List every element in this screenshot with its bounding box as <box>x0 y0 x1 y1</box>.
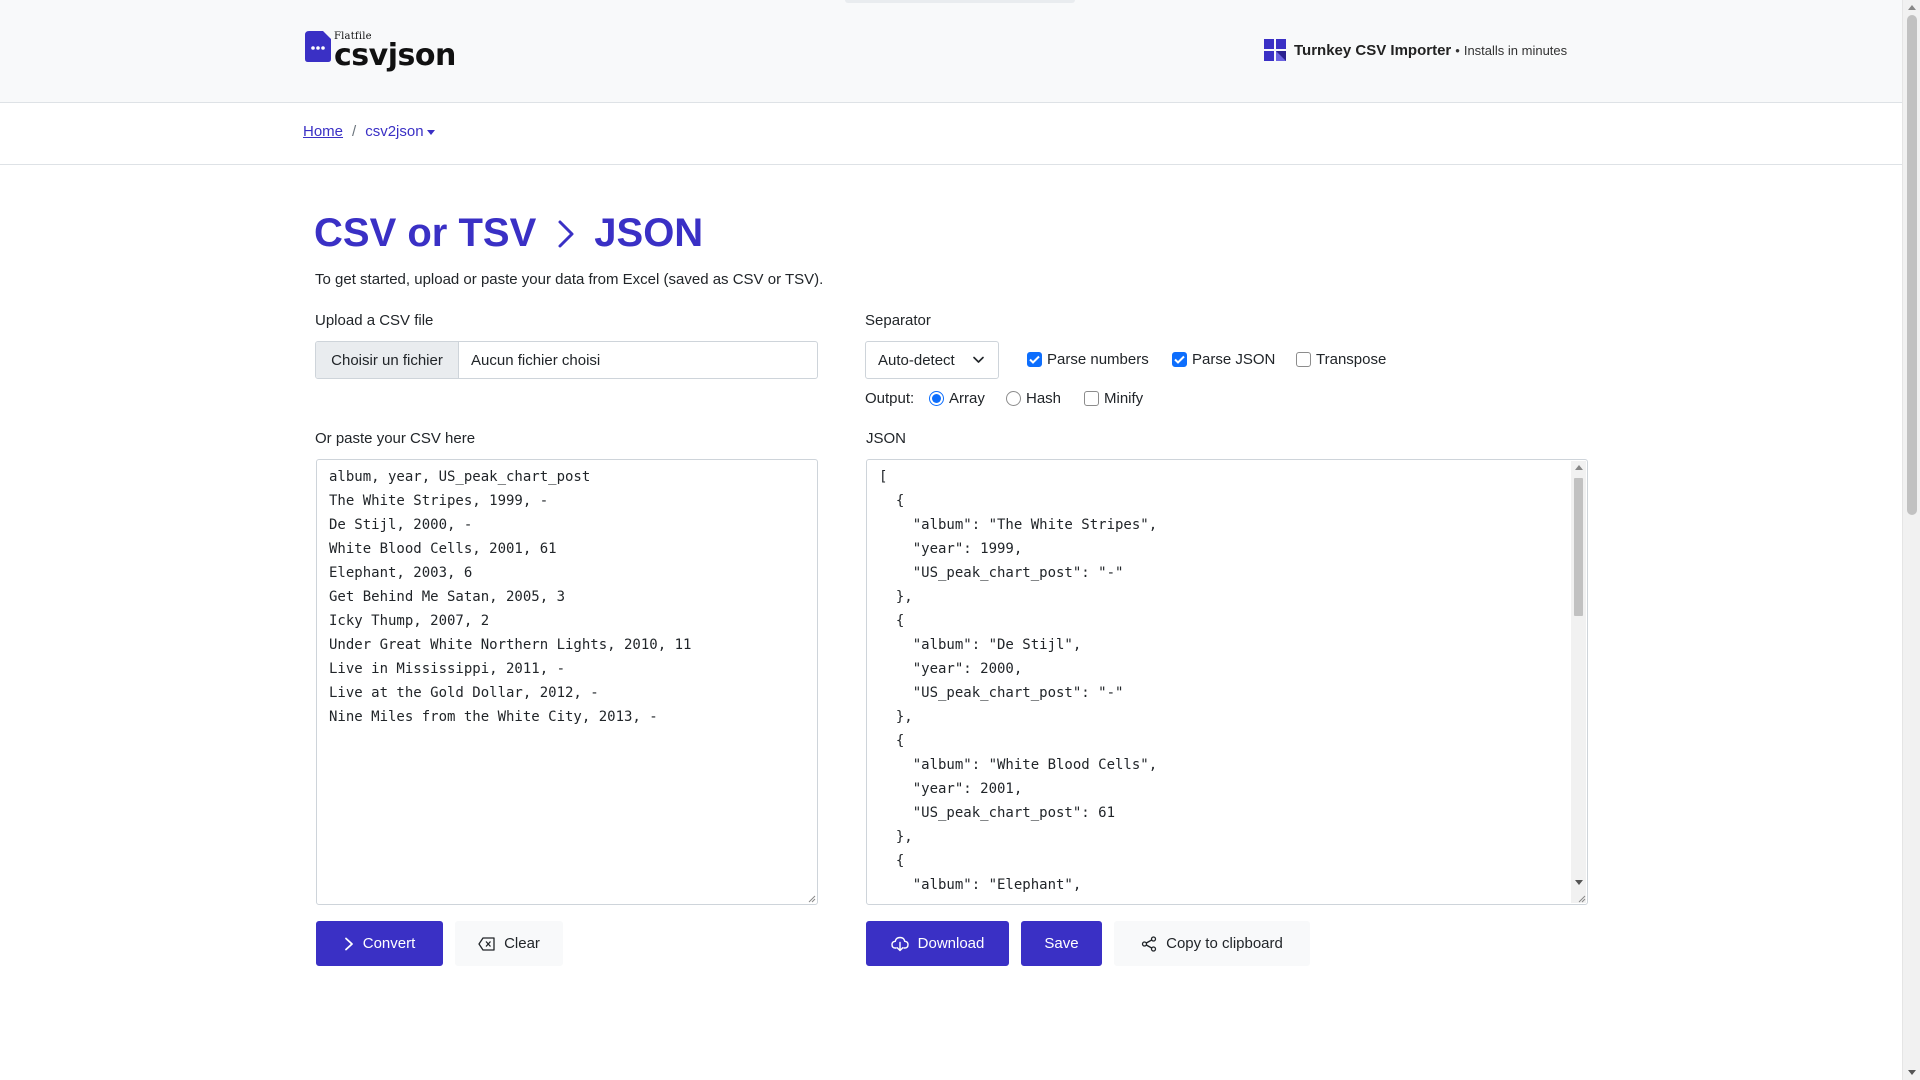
chevron-down-icon <box>973 356 984 363</box>
output-hash-option[interactable]: Hash <box>1006 390 1061 407</box>
output-array-radio[interactable] <box>929 391 944 406</box>
transpose-option[interactable]: Transpose <box>1296 351 1386 368</box>
output-array-label: Array <box>949 390 985 407</box>
checkmark-icon <box>1174 355 1185 364</box>
page-scrollbar[interactable] <box>1902 0 1920 1080</box>
promo-title: Turnkey CSV Importer <box>1294 41 1452 59</box>
breadcrumb-current-label: csv2json <box>365 123 424 140</box>
scroll-up-arrow-icon[interactable] <box>1575 465 1583 470</box>
json-text: [ { "album": "The White Stripes", "year"… <box>879 469 1158 893</box>
minify-checkbox[interactable] <box>1084 391 1099 406</box>
share-icon <box>1141 935 1157 952</box>
json-scrollbar[interactable] <box>1571 461 1586 903</box>
scroll-down-arrow-icon[interactable] <box>1575 880 1583 885</box>
resize-grip-icon[interactable] <box>1576 893 1586 903</box>
json-textarea[interactable]: [ { "album": "The White Stripes", "year"… <box>866 459 1588 905</box>
separator-label: Separator <box>865 312 931 329</box>
top-header: Flatfile csvjson Turnkey CSV Importer • … <box>0 0 1902 103</box>
page-title: CSV or TSV JSON <box>314 211 703 256</box>
clear-label: Clear <box>504 935 540 952</box>
logo-icon <box>305 31 331 62</box>
copy-label: Copy to clipboard <box>1166 935 1283 952</box>
promo-link[interactable]: Turnkey CSV Importer • Installs in minut… <box>1264 39 1567 61</box>
cloud-download-icon <box>890 936 909 951</box>
promo-subtitle: Installs in minutes <box>1463 42 1568 58</box>
title-target: JSON <box>594 211 704 255</box>
convert-button[interactable]: Convert <box>316 921 443 966</box>
logo-main-text: csvjson <box>334 38 456 73</box>
output-hash-radio[interactable] <box>1006 391 1021 406</box>
save-label: Save <box>1044 935 1079 952</box>
save-button[interactable]: Save <box>1021 921 1102 966</box>
parse-json-label: Parse JSON <box>1192 351 1276 368</box>
csv-input-label: Or paste your CSV here <box>315 430 476 447</box>
convert-label: Convert <box>362 935 416 952</box>
copy-to-clipboard-button[interactable]: Copy to clipboard <box>1114 921 1310 966</box>
minify-option[interactable]: Minify <box>1084 390 1143 407</box>
output-array-option[interactable]: Array <box>929 390 985 407</box>
transpose-label: Transpose <box>1316 351 1387 368</box>
checkmark-icon <box>1029 355 1040 364</box>
parse-json-option[interactable]: Parse JSON <box>1172 351 1275 368</box>
upload-label: Upload a CSV file <box>315 312 434 329</box>
output-hash-label: Hash <box>1026 390 1062 407</box>
scroll-thumb[interactable] <box>1574 478 1583 616</box>
parse-numbers-option[interactable]: Parse numbers <box>1027 351 1149 368</box>
csv-text: album, year, US_peak_chart_post The Whit… <box>329 469 692 725</box>
file-upload-input[interactable]: Choisir un fichier Aucun fichier choisi <box>315 341 818 379</box>
file-status: Aucun fichier choisi <box>471 351 601 369</box>
caret-down-icon <box>426 129 435 135</box>
scroll-down-arrow-icon[interactable] <box>1908 1070 1916 1075</box>
minify-label: Minify <box>1104 390 1144 407</box>
page-scroll-thumb[interactable] <box>1907 15 1917 515</box>
separator-select[interactable]: Auto-detect <box>865 341 999 379</box>
parse-numbers-label: Parse numbers <box>1047 351 1149 368</box>
parse-json-checkbox[interactable] <box>1172 352 1187 367</box>
breadcrumb-home-link[interactable]: Home <box>303 123 343 140</box>
csv-textarea[interactable]: album, year, US_peak_chart_post The Whit… <box>316 459 818 905</box>
clear-button[interactable]: Clear <box>455 921 563 966</box>
download-button[interactable]: Download <box>866 921 1009 966</box>
transpose-checkbox[interactable] <box>1296 352 1311 367</box>
json-output-label: JSON <box>866 430 907 447</box>
chevron-right-icon <box>558 220 574 247</box>
page-subtitle: To get started, upload or paste your dat… <box>315 271 824 288</box>
top-indicator <box>845 0 1075 3</box>
scroll-up-arrow-icon[interactable] <box>1908 5 1916 10</box>
choose-file-button[interactable]: Choisir un fichier <box>316 342 459 378</box>
chevron-right-icon <box>344 937 353 950</box>
breadcrumb-tool-dropdown[interactable]: csv2json <box>365 123 435 140</box>
promo-separator: • <box>1455 42 1460 58</box>
eraser-icon <box>478 936 495 951</box>
title-source: CSV or TSV <box>314 211 537 255</box>
parse-numbers-checkbox[interactable] <box>1027 352 1042 367</box>
output-label: Output: <box>865 390 915 407</box>
resize-grip-icon[interactable] <box>806 893 816 903</box>
breadcrumb-bar: Home / csv2json <box>0 104 1902 165</box>
breadcrumb-separator: / <box>352 123 357 140</box>
separator-value: Auto-detect <box>878 351 955 369</box>
breadcrumb: Home / csv2json <box>303 123 435 140</box>
download-label: Download <box>917 935 985 952</box>
importer-icon <box>1264 39 1286 61</box>
